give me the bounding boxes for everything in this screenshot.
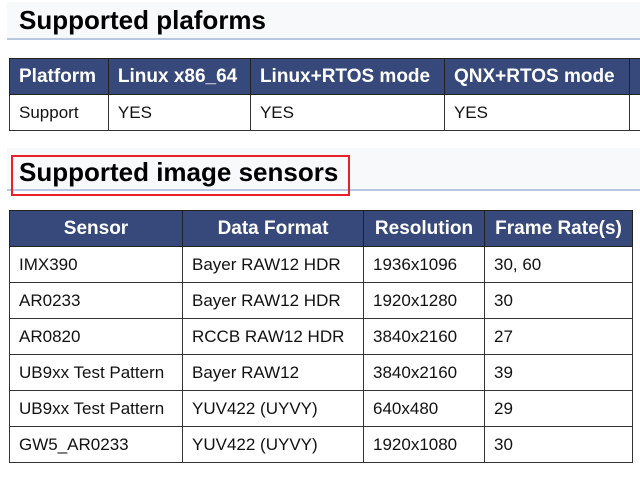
column-header: Resolution	[363, 210, 485, 247]
table-cell: YES	[249, 94, 445, 131]
table-row: UB9xx Test Pattern YUV422 (UYVY) 640x480 29	[9, 390, 633, 427]
table-cell: 29	[484, 390, 633, 427]
table-cell: UB9xx Test Pattern	[9, 390, 183, 427]
column-header: Linux x86_64	[107, 58, 251, 95]
table-row: UB9xx Test Pattern Bayer RAW12 3840x2160 39	[9, 354, 633, 391]
table-cell: UB9xx Test Pattern	[9, 354, 183, 391]
column-header: Linux+RTOS mode	[249, 58, 445, 95]
column-header: Sensor	[9, 210, 183, 247]
table-header-row: Sensor Data Format Resolution Frame Rate…	[9, 210, 633, 247]
table-cell: IMX390	[9, 246, 183, 283]
highlight-box	[11, 155, 350, 196]
table-cell: 3840x2160	[363, 354, 485, 391]
table-cell: GW5_AR0233	[9, 426, 183, 463]
table-cell: YUV422 (UYVY)	[182, 426, 364, 463]
table-cell: YES	[443, 94, 630, 131]
table-row: AR0820 RCCB RAW12 HDR 3840x2160 27	[9, 318, 633, 355]
table-row: GW5_AR0233 YUV422 (UYVY) 1920x1080 30	[9, 426, 633, 463]
table-cell: AR0233	[9, 282, 183, 319]
table-cell: 27	[484, 318, 633, 355]
table-cell: 3840x2160	[363, 318, 485, 355]
table-cell: Bayer RAW12	[182, 354, 364, 391]
table-cell: RCCB RAW12 HDR	[182, 318, 364, 355]
table-cell: Support	[9, 94, 109, 131]
table-cell: YES	[107, 94, 251, 131]
table-cell: AR0820	[9, 318, 183, 355]
column-header: Data Format	[182, 210, 364, 247]
column-header: QNX+RTOS mode	[443, 58, 630, 95]
table-cell: 1920x1280	[363, 282, 485, 319]
table-cell: YUV422 (UYVY)	[182, 390, 364, 427]
table-row: IMX390 Bayer RAW12 HDR 1936x1096 30, 60	[9, 246, 633, 283]
table-cell: 1920x1080	[363, 426, 485, 463]
table-cell: 1936x1096	[363, 246, 485, 283]
table-cell: 39	[484, 354, 633, 391]
platforms-table: Platform Linux x86_64 Linux+RTOS mode QN…	[9, 58, 640, 131]
column-header: Frame Rate(s)	[484, 210, 633, 247]
table-cell: Bayer RAW12 HDR	[182, 246, 364, 283]
table-row: AR0233 Bayer RAW12 HDR 1920x1280 30	[9, 282, 633, 319]
table-cell: Bayer RAW12 HDR	[182, 282, 364, 319]
column-header: Platform	[9, 58, 109, 95]
table-cell: 30	[484, 426, 633, 463]
platforms-heading: Supported plaforms	[19, 5, 267, 35]
table-cell: 30	[484, 282, 633, 319]
table-header-row: Platform Linux x86_64 Linux+RTOS mode QN…	[9, 58, 640, 95]
table-row: Support YES YES YES	[9, 94, 640, 131]
sensors-table: Sensor Data Format Resolution Frame Rate…	[9, 210, 633, 463]
table-cell: 640x480	[363, 390, 485, 427]
table-cell: 30, 60	[484, 246, 633, 283]
